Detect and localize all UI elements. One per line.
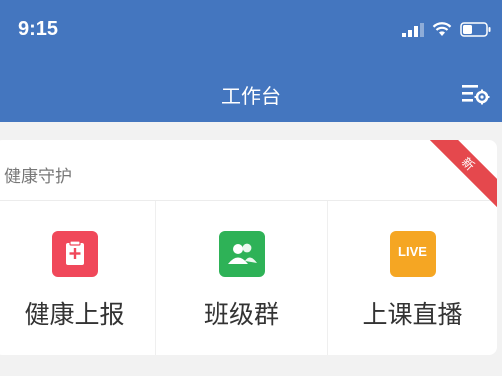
health-report-tile[interactable]: 健康上报: [0, 201, 155, 355]
health-guard-card: 健康守护 健康上报 班级群 LIVE 上课直播 新: [0, 140, 497, 355]
wifi-icon: [432, 22, 452, 36]
page-title: 工作台: [221, 84, 281, 108]
new-badge-ribbon: 新: [427, 140, 497, 210]
signal-icon: [402, 22, 424, 37]
class-group-icon: [218, 231, 265, 277]
live-class-icon: LIVE: [389, 231, 436, 277]
navigation-bar: 工作台: [0, 62, 502, 122]
health-report-icon: [51, 231, 98, 277]
live-class-tile[interactable]: LIVE 上课直播: [328, 201, 497, 355]
battery-icon: [460, 22, 491, 37]
class-group-tile[interactable]: 班级群: [156, 201, 327, 355]
status-icons: [402, 22, 492, 37]
new-badge: 新: [427, 140, 497, 210]
live-icon-text: LIVE: [398, 244, 427, 259]
class-group-label: 班级群: [203, 300, 279, 329]
workbench-settings-button[interactable]: [460, 80, 490, 106]
section-title: 健康守护: [4, 167, 72, 187]
list-settings-icon: [462, 85, 490, 105]
health-report-label: 健康上报: [24, 300, 125, 329]
status-time: 9:15: [18, 18, 59, 40]
live-class-label: 上课直播: [362, 300, 463, 329]
status-bar: 9:15: [0, 0, 502, 62]
